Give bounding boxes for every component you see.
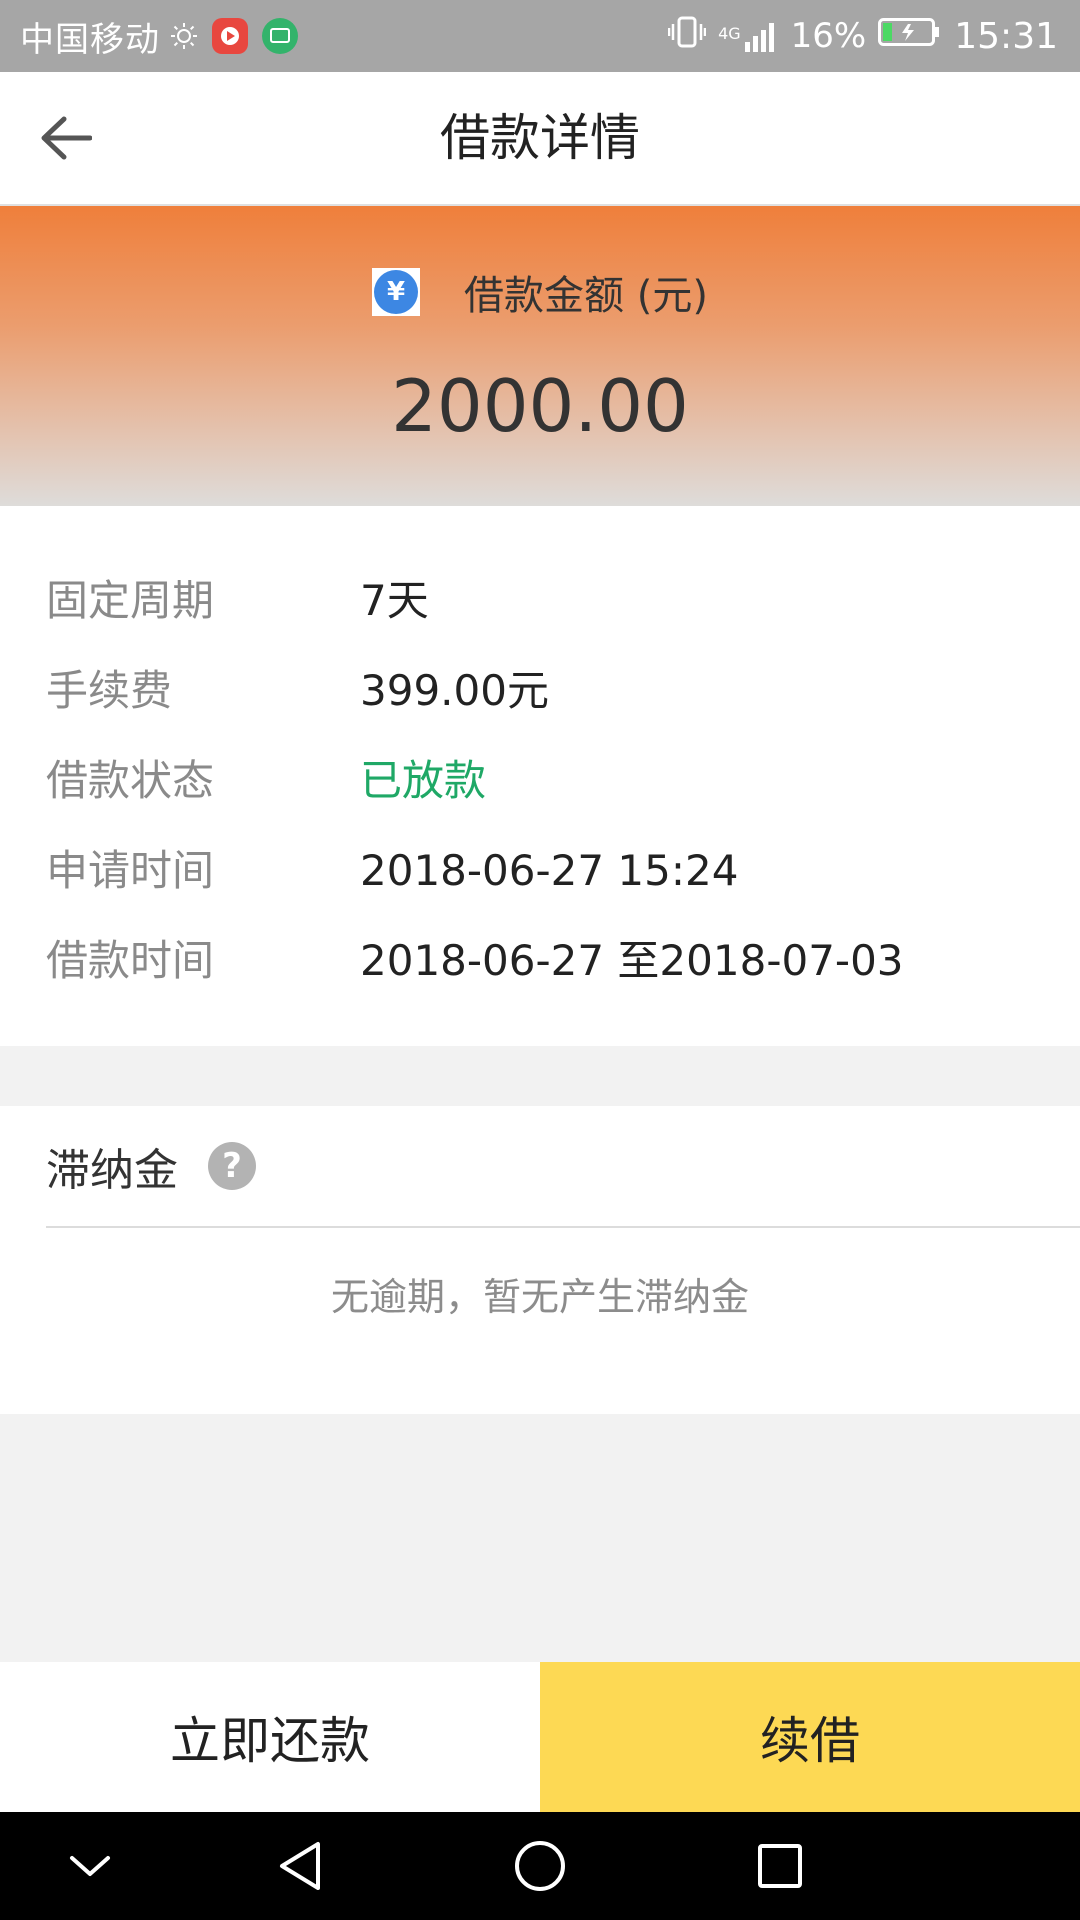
tv-app-icon (262, 18, 298, 54)
detail-row-apply-time: 申请时间 2018-06-27 15:24 (0, 826, 1080, 916)
clock: 15:31 (954, 15, 1058, 57)
detail-row-fee: 手续费 399.00元 (0, 646, 1080, 736)
battery-icon (878, 16, 940, 56)
yuan-symbol: ¥ (374, 270, 419, 314)
page-title: 借款详情 (440, 109, 640, 167)
detail-row-status: 借款状态 已放款 (0, 736, 1080, 826)
loan-details: 固定周期 7天 手续费 399.00元 借款状态 已放款 申请时间 2018-0… (0, 506, 1080, 1046)
detail-label: 固定周期 (46, 576, 215, 625)
status-left: 中国移动 (20, 0, 298, 72)
battery-percent: 16% (790, 16, 867, 56)
detail-value: 399.00元 (360, 666, 549, 715)
status-badge: 已放款 (360, 756, 487, 805)
loan-amount-banner: ¥ 借款金额 (元) 2000.00 (0, 206, 1080, 506)
signal-icon: 4G (718, 20, 779, 52)
late-fee-header: 滞纳金 ? (46, 1106, 256, 1226)
late-fee-title: 滞纳金 (46, 1145, 178, 1196)
amount-label-row: ¥ 借款金额 (元) (0, 262, 1080, 322)
detail-label: 借款时间 (46, 936, 215, 985)
detail-label: 手续费 (46, 666, 173, 715)
detail-value: 2018-06-27 15:24 (360, 846, 739, 895)
bottom-actions: 立即还款 续借 (0, 1662, 1080, 1812)
detail-value: 7天 (360, 576, 429, 625)
help-icon[interactable]: ? (208, 1142, 256, 1190)
loan-amount: 2000.00 (391, 364, 689, 448)
nav-recents-button[interactable] (720, 1812, 840, 1920)
network-type: 4G (718, 24, 741, 43)
detail-value: 2018-06-27 至2018-07-03 (360, 936, 904, 985)
detail-label: 申请时间 (46, 846, 215, 895)
nav-back-button[interactable] (240, 1812, 360, 1920)
nav-hide-button[interactable] (30, 1812, 150, 1920)
video-app-icon (212, 18, 248, 54)
chevron-down-icon (70, 1856, 110, 1876)
app-header: 借款详情 (0, 72, 1080, 206)
triangle-back-icon (280, 1842, 320, 1890)
renew-loan-button[interactable]: 续借 (540, 1662, 1080, 1812)
vibrate-icon (667, 15, 707, 58)
amount-label: 借款金额 (元) (464, 273, 708, 319)
status-bar: 中国移动 4G 16% 15:31 (0, 0, 1080, 72)
late-fee-section: 滞纳金 ? 无逾期，暂无产生滞纳金 (0, 1106, 1080, 1414)
divider (46, 1226, 1080, 1228)
nav-home-button[interactable] (480, 1812, 600, 1920)
repay-now-button[interactable]: 立即还款 (0, 1662, 540, 1812)
carrier-name: 中国移动 (20, 19, 160, 60)
detail-row-loan-time: 借款时间 2018-06-27 至2018-07-03 (0, 916, 1080, 1006)
circle-home-icon (515, 1841, 565, 1891)
status-right: 4G 16% 15:31 (656, 0, 1058, 72)
brightness-icon (170, 22, 198, 50)
square-recents-icon (758, 1844, 802, 1888)
yuan-icon: ¥ (372, 268, 421, 316)
late-fee-message: 无逾期，暂无产生滞纳金 (330, 1275, 749, 1319)
detail-label: 借款状态 (46, 756, 215, 805)
system-nav-bar (0, 1812, 1080, 1920)
detail-row-period: 固定周期 7天 (0, 556, 1080, 646)
